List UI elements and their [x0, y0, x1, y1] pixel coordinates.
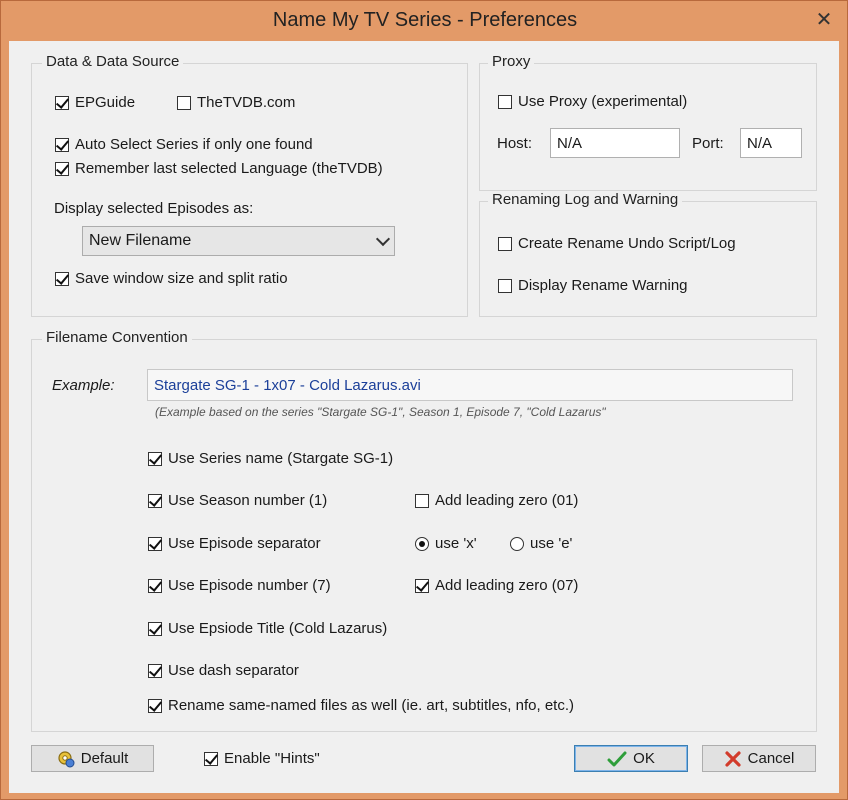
ok-label: OK	[633, 750, 655, 767]
episode-title-checkbox[interactable]	[148, 622, 162, 636]
enable-hints-label: Enable "Hints"	[224, 750, 320, 767]
thetvdb-label: TheTVDB.com	[197, 94, 296, 111]
same-named-label: Rename same-named files as well (ie. art…	[168, 697, 574, 714]
host-input[interactable]: N/A	[550, 128, 680, 158]
close-button[interactable]: ✕	[807, 7, 841, 31]
filename-title: Filename Convention	[42, 329, 192, 346]
default-button[interactable]: Default	[31, 745, 154, 772]
same-named-checkbox[interactable]	[148, 699, 162, 713]
display-episodes-label: Display selected Episodes as:	[54, 200, 254, 217]
series-name-checkbox[interactable]	[148, 452, 162, 466]
episode-zero-checkbox[interactable]	[415, 579, 429, 593]
use-e-radio[interactable]	[510, 537, 524, 551]
proxy-title: Proxy	[488, 53, 535, 70]
enable-hints-checkbox[interactable]	[204, 752, 218, 766]
default-label: Default	[80, 750, 129, 767]
season-number-label: Use Season number (1)	[168, 492, 328, 509]
chevron-down-icon	[375, 231, 391, 247]
dash-separator-label: Use dash separator	[168, 662, 299, 679]
cancel-button[interactable]: Cancel	[702, 745, 816, 772]
remember-language-checkbox[interactable]	[55, 162, 69, 176]
port-value: N/A	[747, 134, 773, 152]
cancel-label: Cancel	[747, 750, 795, 767]
episode-title-label: Use Epsiode Title (Cold Lazarus)	[168, 620, 388, 637]
save-window-checkbox[interactable]	[55, 272, 69, 286]
display-episodes-select[interactable]: New Filename	[82, 226, 395, 256]
example-label: Example:	[52, 377, 115, 394]
rename-warning-checkbox[interactable]	[498, 279, 512, 293]
dash-separator-checkbox[interactable]	[148, 664, 162, 678]
example-value: Stargate SG-1 - 1x07 - Cold Lazarus.avi	[154, 376, 421, 394]
use-x-label: use 'x'	[435, 535, 477, 552]
use-e-label: use 'e'	[530, 535, 573, 552]
season-zero-checkbox[interactable]	[415, 494, 429, 508]
gear-icon	[58, 750, 75, 767]
title-bar[interactable]: Name My TV Series - Preferences ✕	[1, 1, 848, 41]
preferences-window: Name My TV Series - Preferences ✕ Data &…	[0, 0, 848, 800]
close-icon: ✕	[815, 8, 833, 31]
season-zero-label: Add leading zero (01)	[435, 492, 579, 509]
thetvdb-checkbox[interactable]	[177, 96, 191, 110]
episode-number-checkbox[interactable]	[148, 579, 162, 593]
episode-separator-label: Use Episode separator	[168, 535, 321, 552]
rename-warning-label: Display Rename Warning	[518, 277, 688, 294]
example-hint: (Example based on the series "Stargate S…	[155, 405, 606, 419]
episode-number-label: Use Episode number (7)	[168, 577, 331, 594]
renaming-title: Renaming Log and Warning	[488, 191, 683, 208]
auto-select-label: Auto Select Series if only one found	[75, 136, 313, 153]
cancel-x-icon	[725, 750, 741, 767]
display-episodes-value: New Filename	[89, 232, 192, 249]
use-x-radio[interactable]	[415, 537, 429, 551]
remember-language-label: Remember last selected Language (theTVDB…	[75, 160, 383, 177]
proxy-group: Proxy	[479, 53, 817, 191]
epguide-checkbox[interactable]	[55, 96, 69, 110]
example-field: Stargate SG-1 - 1x07 - Cold Lazarus.avi	[147, 369, 793, 401]
host-label: Host:	[497, 135, 533, 152]
renaming-group: Renaming Log and Warning	[479, 191, 817, 317]
port-label: Port:	[692, 135, 724, 152]
ok-button[interactable]: OK	[574, 745, 688, 772]
use-proxy-label: Use Proxy (experimental)	[518, 93, 688, 110]
series-name-label: Use Series name (Stargate SG-1)	[168, 450, 394, 467]
data-source-title: Data & Data Source	[42, 53, 184, 70]
save-window-label: Save window size and split ratio	[75, 270, 288, 287]
episode-separator-checkbox[interactable]	[148, 537, 162, 551]
epguide-label: EPGuide	[75, 94, 136, 111]
host-value: N/A	[557, 134, 583, 152]
window-title: Name My TV Series - Preferences	[272, 9, 578, 31]
check-icon	[607, 751, 627, 766]
undo-script-checkbox[interactable]	[498, 237, 512, 251]
auto-select-checkbox[interactable]	[55, 138, 69, 152]
dialog-body: Data & Data Source EPGuide TheTVDB.com A…	[9, 41, 839, 793]
undo-script-label: Create Rename Undo Script/Log	[518, 235, 736, 252]
use-proxy-checkbox[interactable]	[498, 95, 512, 109]
season-number-checkbox[interactable]	[148, 494, 162, 508]
port-input[interactable]: N/A	[740, 128, 802, 158]
episode-zero-label: Add leading zero (07)	[435, 577, 579, 594]
